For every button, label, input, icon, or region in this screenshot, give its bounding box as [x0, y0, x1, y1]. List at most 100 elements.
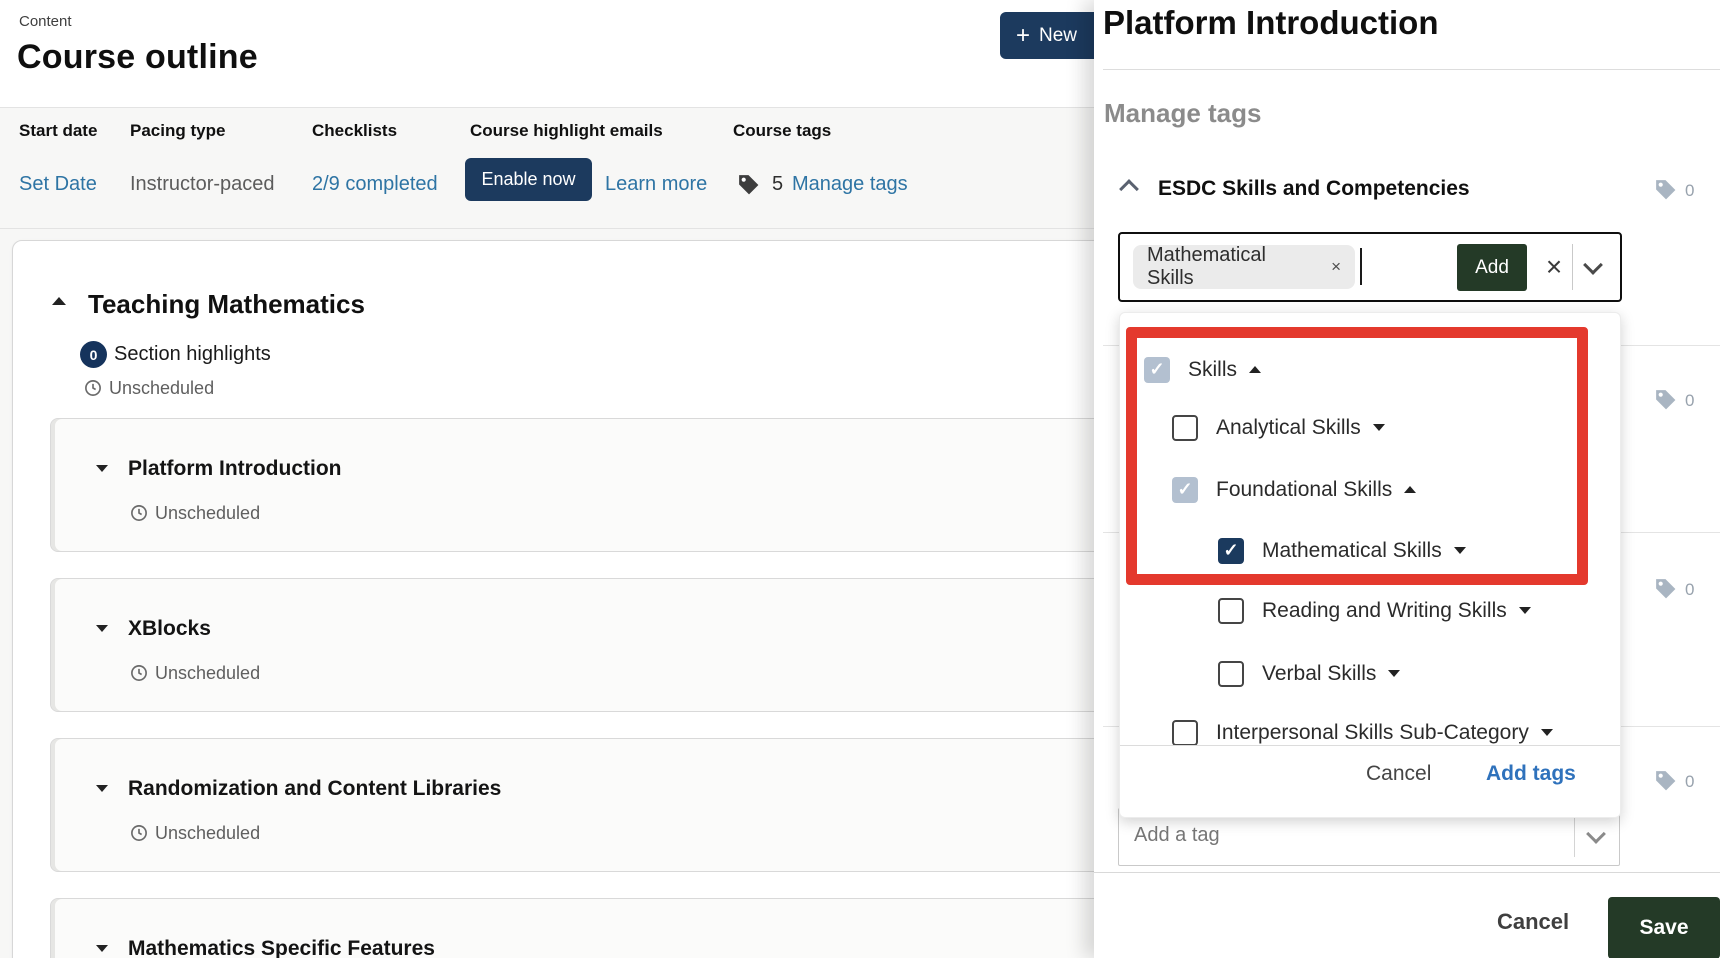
subsection-title: Randomization and Content Libraries [128, 777, 501, 801]
expand-icon[interactable] [1541, 729, 1553, 736]
clear-icon[interactable]: × [1537, 247, 1571, 287]
tag-option-interpersonal[interactable]: Interpersonal Skills Sub-Category [1172, 719, 1553, 745]
tag-option-label: Verbal Skills [1262, 662, 1376, 686]
tag-option-label: Analytical Skills [1216, 416, 1361, 440]
tag-icon [1653, 177, 1678, 207]
expand-subsection-icon[interactable] [96, 785, 108, 792]
drawer-divider [1103, 69, 1720, 70]
content-label: Content [19, 13, 72, 30]
tag-option-skills[interactable]: Skills [1144, 356, 1261, 383]
tag-icon [1653, 387, 1678, 417]
start-date-label: Start date [19, 121, 97, 141]
expand-subsection-icon[interactable] [96, 945, 108, 952]
clock-icon [84, 379, 102, 402]
course-tags-label: Course tags [733, 121, 831, 141]
subsection-title: Mathematics Specific Features [128, 937, 435, 958]
expand-icon[interactable] [1454, 547, 1466, 554]
subsection-card-xblocks[interactable]: XBlocks Unscheduled [50, 578, 1192, 712]
expand-icon[interactable] [1519, 607, 1531, 614]
page-title: Course outline [17, 38, 258, 77]
subsection-card-platform-introduction[interactable]: Platform Introduction Unscheduled [50, 418, 1192, 552]
taxonomy-name[interactable]: ESDC Skills and Competencies [1158, 177, 1470, 201]
drawer-footer: Cancel Save [1094, 872, 1720, 958]
tag-icon [736, 172, 761, 202]
tag-icon [1653, 576, 1678, 606]
expand-icon[interactable] [1388, 670, 1400, 677]
section-schedule: Unscheduled [109, 378, 214, 399]
input-divider [1574, 817, 1575, 857]
selected-tag-chip[interactable]: Mathematical Skills × [1133, 245, 1355, 289]
course-tag-count: 5 [772, 173, 783, 196]
plus-icon: + [1016, 24, 1030, 48]
section-title: Teaching Mathematics [88, 289, 365, 320]
collapse-icon[interactable] [1249, 366, 1261, 373]
add-tag-placeholder: Add a tag [1134, 824, 1220, 847]
pacing-type-label: Pacing type [130, 121, 225, 141]
new-button-label: New [1039, 25, 1077, 47]
tag-option-verbal[interactable]: Verbal Skills [1218, 660, 1400, 687]
checkbox-unchecked[interactable] [1172, 720, 1198, 746]
checkbox-checked[interactable] [1218, 538, 1244, 564]
enable-now-button[interactable]: Enable now [465, 158, 592, 201]
checklists-label: Checklists [312, 121, 397, 141]
chip-remove-icon[interactable]: × [1331, 257, 1341, 277]
subsection-title: Platform Introduction [128, 457, 342, 481]
clock-icon [130, 664, 148, 687]
learn-more-link[interactable]: Learn more [605, 173, 707, 196]
checkbox-unchecked[interactable] [1218, 661, 1244, 687]
checkbox-indeterminate[interactable] [1172, 477, 1198, 503]
text-cursor [1360, 248, 1362, 285]
subsection-title: XBlocks [128, 617, 211, 641]
tag-option-mathematical[interactable]: Mathematical Skills [1218, 537, 1466, 564]
expand-icon[interactable] [1373, 424, 1385, 431]
expand-subsection-icon[interactable] [96, 625, 108, 632]
tag-select-box[interactable]: Mathematical Skills × Add × [1118, 232, 1622, 302]
set-date-link[interactable]: Set Date [19, 173, 97, 196]
subsection-schedule: Unscheduled [155, 503, 260, 524]
subsection-card-math-features[interactable]: Mathematics Specific Features [50, 898, 1192, 958]
dropdown-footer: Cancel Add tags [1120, 745, 1620, 817]
chevron-down-icon[interactable] [1586, 824, 1606, 844]
select-divider [1572, 244, 1573, 290]
tag-dropdown: Skills Analytical Skills Foundational Sk… [1119, 312, 1621, 818]
drawer-title: Platform Introduction [1103, 4, 1438, 42]
chevron-up-icon[interactable] [1119, 179, 1139, 199]
subheader-divider [0, 228, 1094, 229]
add-button[interactable]: Add [1457, 244, 1527, 291]
dropdown-add-tags-button[interactable]: Add tags [1486, 762, 1576, 786]
tag-option-reading-writing[interactable]: Reading and Writing Skills [1218, 597, 1531, 624]
drawer-cancel-button[interactable]: Cancel [1497, 909, 1569, 935]
tag-option-list: Skills Analytical Skills Foundational Sk… [1120, 313, 1620, 745]
highlight-emails-label: Course highlight emails [470, 121, 663, 141]
expand-subsection-icon[interactable] [96, 465, 108, 472]
subsection-card-randomization[interactable]: Randomization and Content Libraries Unsc… [50, 738, 1192, 872]
dropdown-cancel-button[interactable]: Cancel [1366, 762, 1431, 786]
tag-option-analytical[interactable]: Analytical Skills [1172, 414, 1385, 441]
tag-option-label: Interpersonal Skills Sub-Category [1216, 721, 1529, 745]
checkbox-unchecked[interactable] [1218, 598, 1244, 624]
checkbox-unchecked[interactable] [1172, 415, 1198, 441]
clock-icon [130, 824, 148, 847]
course-outline-screen: Content Course outline + New Start date … [0, 0, 1720, 958]
tag-option-label: Mathematical Skills [1262, 539, 1442, 563]
taxonomy-tag-count: 0 [1685, 772, 1694, 792]
chip-label: Mathematical Skills [1147, 244, 1317, 290]
taxonomy-tag-count: 0 [1685, 391, 1694, 411]
checkbox-indeterminate[interactable] [1144, 357, 1170, 383]
checklists-link[interactable]: 2/9 completed [312, 173, 438, 196]
taxonomy-tag-count: 0 [1685, 181, 1694, 201]
taxonomy-tag-count: 0 [1685, 580, 1694, 600]
subsection-schedule: Unscheduled [155, 823, 260, 844]
pacing-type-value: Instructor-paced [130, 173, 275, 196]
subsection-schedule: Unscheduled [155, 663, 260, 684]
clock-icon [130, 504, 148, 527]
chevron-down-icon[interactable] [1583, 255, 1603, 275]
manage-tags-drawer: Platform Introduction Manage tags ESDC S… [1094, 0, 1720, 958]
save-button[interactable]: Save [1608, 897, 1720, 958]
highlights-badge: 0 [80, 341, 107, 368]
collapse-icon[interactable] [1404, 486, 1416, 493]
manage-tags-link[interactable]: Manage tags [792, 173, 908, 196]
highlights-badge-label[interactable]: Section highlights [114, 343, 271, 366]
collapse-section-icon[interactable] [52, 297, 66, 305]
tag-option-foundational[interactable]: Foundational Skills [1172, 476, 1416, 503]
